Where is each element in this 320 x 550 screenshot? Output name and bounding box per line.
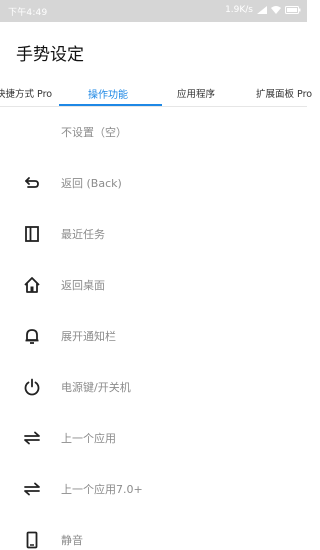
tab-extension-panel-pro[interactable]: 扩展面板 Pro [256, 86, 312, 100]
list-item-notification-shade[interactable]: 展开通知栏 [0, 311, 307, 362]
list-item-power[interactable]: 电源键/开关机 [0, 362, 307, 413]
switch-app-icon [22, 479, 42, 499]
list-item-home[interactable]: 返回桌面 [0, 260, 307, 311]
list-item-mute[interactable]: 静音 [0, 515, 307, 550]
switch-app-icon [22, 428, 42, 448]
battery-icon [285, 6, 301, 14]
list-item-label: 电源键/开关机 [61, 381, 131, 394]
home-icon [22, 275, 42, 295]
list-item-label: 最近任务 [61, 228, 105, 241]
list-item-none[interactable]: 不设置（空） [0, 107, 307, 158]
tab-bar: 快捷方式 Pro 操作功能 应用程序 扩展面板 Pro [0, 80, 312, 107]
back-arrow-icon [22, 173, 42, 193]
list-item-last-app[interactable]: 上一个应用 [0, 413, 307, 464]
network-speed: 1.9K/s [225, 5, 253, 15]
tab-apps[interactable]: 应用程序 [177, 86, 215, 100]
notification-bell-icon [22, 326, 42, 346]
recent-tasks-icon [22, 224, 42, 244]
tab-actions[interactable]: 操作功能 [88, 86, 128, 101]
list-item-label: 返回 (Back) [61, 177, 122, 190]
list-item-back[interactable]: 返回 (Back) [0, 158, 307, 209]
list-item-label: 不设置（空） [61, 126, 127, 139]
status-indicators: 1.9K/s [225, 5, 301, 15]
page-title: 手势设定 [16, 45, 84, 65]
status-bar: 下午4:49 1.9K/s [0, 0, 307, 22]
list-item-label: 上一个应用7.0+ [61, 483, 143, 496]
wifi-icon [271, 6, 281, 14]
list-item-label: 展开通知栏 [61, 330, 116, 343]
power-icon [22, 377, 42, 397]
signal-icon [257, 6, 267, 14]
list-item-last-app-7[interactable]: 上一个应用7.0+ [0, 464, 307, 515]
list-item-recent-tasks[interactable]: 最近任务 [0, 209, 307, 260]
tab-indicator [59, 104, 162, 106]
list-item-label: 静音 [61, 534, 83, 547]
list-item-label: 上一个应用 [61, 432, 116, 445]
tab-shortcuts-pro[interactable]: 快捷方式 Pro [0, 86, 52, 100]
list-item-label: 返回桌面 [61, 279, 105, 292]
status-time: 下午4:49 [8, 8, 48, 18]
mute-phone-icon [22, 530, 42, 550]
